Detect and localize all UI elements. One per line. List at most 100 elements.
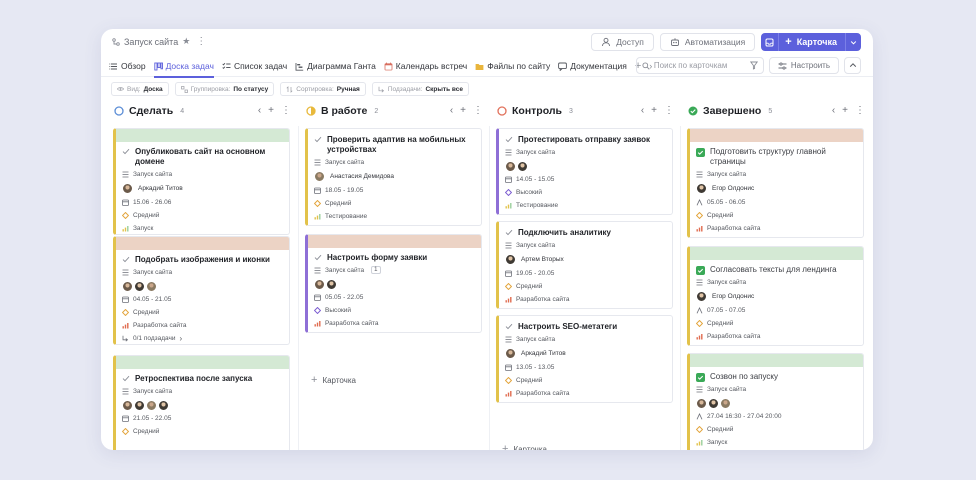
access-button[interactable]: Доступ — [591, 33, 654, 51]
assignee-name: Егор Олдонис — [712, 293, 755, 300]
more-icon[interactable]: ⋮ — [473, 105, 483, 116]
chevron-left-icon[interactable]: ‹ — [450, 105, 453, 116]
assignee-name: Аркадий Титов — [521, 350, 566, 357]
column-title: Сделать — [129, 105, 174, 117]
card-project: Запуск сайта — [505, 333, 666, 345]
column-header-todo: Сделать 4 ‹ + ⋮ — [114, 103, 291, 119]
automation-button[interactable]: Автоматизация — [659, 33, 756, 51]
chip-grouping[interactable]: Группировка: По статусу — [174, 82, 275, 96]
task-card[interactable]: Подготовить структуру главной страницы З… — [687, 128, 864, 238]
chip-subtasks[interactable]: Подзадачи: Скрыть все — [371, 82, 469, 96]
card-title: Созвон по запуску — [696, 372, 857, 382]
task-card[interactable]: Ретроспектива после запуска Запуск сайта… — [113, 355, 290, 450]
task-card[interactable]: Проверить адаптив на мобильных устройств… — [305, 128, 482, 226]
tab-calendar[interactable]: Календарь встреч — [384, 55, 467, 77]
priority-text: Средний — [325, 199, 352, 207]
chat-icon — [558, 62, 568, 71]
card-assignee[interactable]: Егор Олдонис — [696, 182, 857, 195]
check-icon[interactable] — [122, 147, 130, 156]
chip-sorting[interactable]: Сортировка: Ручная — [280, 82, 366, 96]
card-dates: 13.05 - 13.05 — [505, 361, 666, 373]
avatar — [314, 279, 325, 290]
add-card-link[interactable]: + Карточка — [502, 443, 547, 450]
card-assignee[interactable]: Егор Олдонис — [696, 290, 857, 303]
card-assignees[interactable] — [314, 279, 475, 290]
card-assignee[interactable]: Артем Вторых — [505, 253, 666, 266]
more-icon[interactable]: ⋮ — [196, 36, 206, 47]
list-icon — [505, 149, 512, 155]
more-icon[interactable]: ⋮ — [281, 105, 291, 116]
checklist-icon — [222, 62, 231, 69]
dates-text: 21.05 - 22.05 — [133, 414, 172, 422]
add-icon[interactable]: + — [460, 105, 466, 116]
task-card[interactable]: Подключить аналитику Запуск сайта Артем … — [496, 221, 673, 309]
task-card[interactable]: Опубликовать сайт на основном домене Зап… — [113, 128, 290, 235]
checkbox-checked-icon[interactable] — [696, 266, 705, 275]
project-text: Запуск сайта — [133, 387, 173, 395]
chip-view[interactable]: Вид: Доска — [111, 82, 169, 96]
more-icon[interactable]: ⋮ — [855, 105, 865, 116]
sort-icon — [286, 85, 293, 93]
add-card-button[interactable]: + Карточка — [779, 33, 845, 51]
priority-text: Средний — [707, 319, 734, 327]
chevron-left-icon[interactable]: ‹ — [641, 105, 644, 116]
task-card[interactable]: Протестировать отправку заявок Запуск са… — [496, 128, 673, 215]
task-card[interactable]: Подобрать изображения и иконки Запуск са… — [113, 236, 290, 345]
check-icon[interactable] — [505, 228, 513, 237]
card-title: Подготовить структуру главной страницы — [696, 147, 857, 167]
card-assignee[interactable]: Аркадий Титов — [122, 182, 283, 195]
add-card-dropdown[interactable] — [845, 33, 861, 51]
more-icon[interactable]: ⋮ — [664, 105, 674, 116]
chevron-left-icon[interactable]: ‹ — [832, 105, 835, 116]
add-card-link[interactable]: + Карточка — [311, 374, 356, 386]
task-card[interactable]: Согласовать тексты для лендинга Запуск с… — [687, 246, 864, 346]
tab-task-list[interactable]: Список задач — [222, 55, 287, 77]
filter-icon[interactable] — [749, 61, 758, 70]
collapse-button[interactable] — [844, 57, 861, 74]
project-name[interactable]: Запуск сайта — [124, 37, 178, 47]
star-icon[interactable]: ★ — [182, 36, 190, 47]
search-box[interactable]: Поиск по карточкам — [635, 57, 764, 74]
checkbox-checked-icon[interactable] — [696, 148, 705, 157]
calendar-icon — [122, 296, 129, 303]
card-priority: Средний — [696, 317, 857, 329]
check-icon[interactable] — [314, 253, 322, 262]
tab-overview[interactable]: Обзор — [109, 55, 146, 77]
task-card[interactable]: Настроить SEO-метатеги Запуск сайта Арка… — [496, 315, 673, 403]
list-icon — [696, 171, 703, 177]
check-icon[interactable] — [314, 135, 322, 144]
task-card[interactable]: Созвон по запуску Запуск сайта 27.04 16:… — [687, 353, 864, 450]
card-title: Проверить адаптив на мобильных устройств… — [314, 135, 475, 155]
check-icon[interactable] — [505, 135, 513, 144]
avatar — [146, 281, 157, 292]
card-assignees[interactable] — [505, 161, 666, 172]
tab-documentation[interactable]: Документация — [558, 55, 627, 77]
inbox-button[interactable] — [761, 33, 780, 51]
card-assignees[interactable] — [122, 400, 283, 411]
avatar — [146, 400, 157, 411]
avatar — [122, 183, 133, 194]
card-assignees[interactable] — [122, 281, 283, 292]
group-icon — [180, 85, 188, 93]
project-text: Запуск сайта — [133, 170, 173, 178]
assignee-name: Анастасия Демидова — [330, 173, 395, 180]
task-card[interactable]: Настроить форму заявки Запуск сайта 1 05… — [305, 234, 482, 333]
card-subtasks[interactable]: 0/1 подзадачи › — [122, 332, 283, 344]
check-icon[interactable] — [122, 255, 130, 264]
add-icon[interactable]: + — [268, 105, 274, 116]
card-assignees[interactable] — [696, 398, 857, 409]
deadline-icon — [696, 412, 703, 419]
tab-gantt[interactable]: Диаграмма Ганта — [295, 55, 376, 77]
tab-board[interactable]: Доска задач — [153, 55, 215, 78]
check-icon[interactable] — [505, 322, 513, 331]
tab-files[interactable]: Файлы по сайту — [475, 55, 550, 77]
checkbox-checked-icon[interactable] — [696, 373, 705, 382]
chevron-left-icon[interactable]: ‹ — [258, 105, 261, 116]
check-icon[interactable] — [122, 374, 130, 383]
card-assignee[interactable]: Анастасия Демидова — [314, 170, 475, 183]
card-assignee[interactable]: Аркадий Титов — [505, 347, 666, 360]
add-icon[interactable]: + — [651, 105, 657, 116]
card-dates: 21.05 - 22.05 — [122, 412, 283, 424]
add-icon[interactable]: + — [842, 105, 848, 116]
configure-button[interactable]: Настроить — [768, 57, 839, 74]
